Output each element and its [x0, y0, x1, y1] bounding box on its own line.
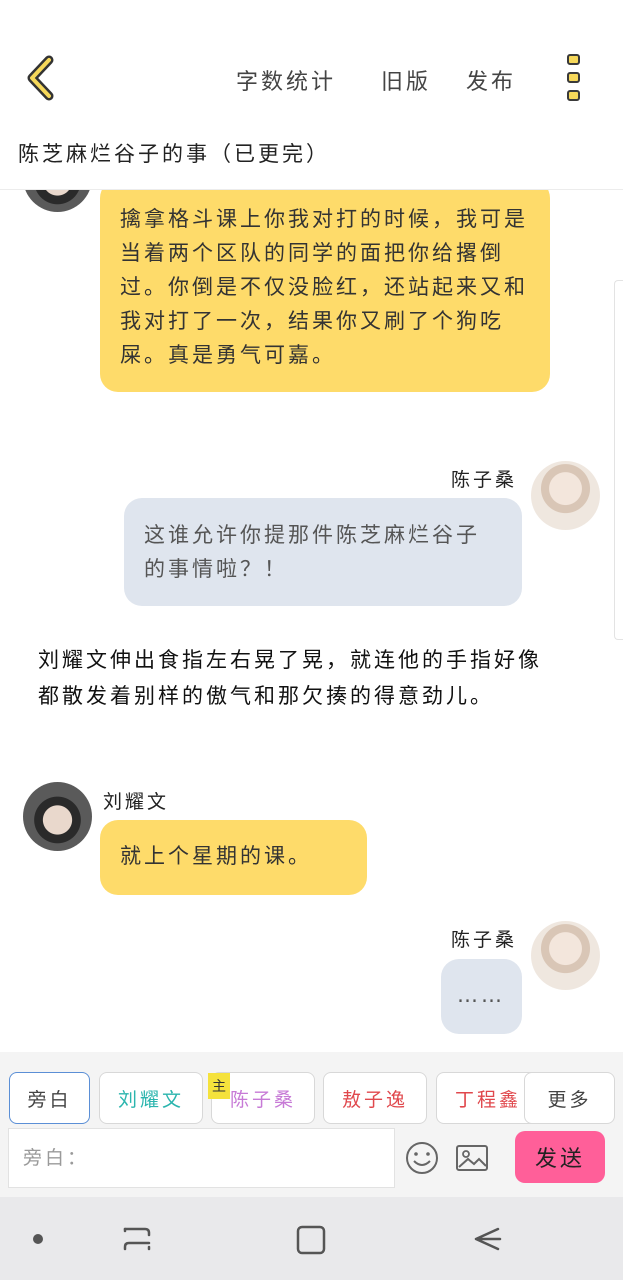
avatar[interactable] [531, 461, 600, 530]
role-label: 更多 [547, 1088, 592, 1111]
message-bubble[interactable]: 擒拿格斗课上你我对打的时候，我可是当着两个区队的同学的面把你给撂倒过。你倒是不仅… [100, 190, 550, 392]
system-navigation-bar [0, 1197, 623, 1280]
menu-dot-icon [567, 90, 580, 101]
chat-area[interactable]: 擒拿格斗课上你我对打的时候，我可是当着两个区队的同学的面把你给撂倒过。你倒是不仅… [0, 190, 623, 1052]
role-button-ao-ziyi[interactable]: 敖子逸 [323, 1072, 427, 1124]
emoji-icon[interactable] [402, 1138, 442, 1178]
back-button[interactable] [22, 52, 62, 104]
main-character-badge: 主 [208, 1073, 230, 1099]
word-count-button[interactable]: 字数统计 [236, 64, 336, 96]
role-label: 陈子桑 [229, 1088, 296, 1111]
role-label: 旁白 [27, 1088, 72, 1111]
composer-panel: 旁白 刘耀文 陈子桑 敖子逸 丁程鑫 更多 发送 [0, 1052, 623, 1197]
more-menu-button[interactable] [562, 52, 586, 104]
speaker-name: 陈子桑 [451, 929, 518, 951]
role-button-liu-yaowen[interactable]: 刘耀文 [99, 1072, 203, 1124]
scrollbar[interactable] [614, 280, 623, 640]
send-button[interactable]: 发送 [515, 1131, 605, 1183]
image-icon[interactable] [452, 1138, 492, 1178]
narration-text[interactable]: 刘耀文伸出食指左右晃了晃，就连他的手指好像都散发着别样的傲气和那欠揍的得意劲儿。 [38, 642, 558, 714]
avatar[interactable] [531, 921, 600, 990]
message-input-box[interactable] [8, 1128, 395, 1188]
message-input[interactable] [9, 1129, 394, 1187]
message-bubble[interactable]: 就上个星期的课。 [100, 820, 367, 895]
publish-button[interactable]: 发布 [466, 64, 516, 96]
back-nav-icon[interactable] [468, 1223, 504, 1255]
top-bar: 字数统计 旧版 发布 陈芝麻烂谷子的事（已更完） [0, 0, 623, 166]
more-roles-button[interactable]: 更多 [524, 1072, 615, 1124]
role-button-narrator[interactable]: 旁白 [9, 1072, 90, 1124]
speaker-name: 陈子桑 [451, 469, 518, 491]
message-bubble[interactable]: 这谁允许你提那件陈芝麻烂谷子的事情啦？！ [124, 498, 522, 606]
home-icon[interactable] [294, 1223, 328, 1257]
menu-dot-icon [567, 54, 580, 65]
role-label: 刘耀文 [117, 1088, 184, 1111]
role-label: 敖子逸 [341, 1088, 408, 1111]
speaker-name: 刘耀文 [103, 791, 170, 813]
recent-apps-icon[interactable] [117, 1223, 157, 1255]
avatar[interactable] [23, 782, 92, 851]
avatar[interactable] [23, 190, 92, 212]
dot-icon[interactable] [33, 1234, 43, 1244]
old-version-button[interactable]: 旧版 [381, 64, 431, 96]
document-title[interactable]: 陈芝麻烂谷子的事（已更完） [18, 138, 330, 168]
chevron-left-icon [27, 55, 54, 101]
role-label: 丁程鑫 [454, 1088, 521, 1111]
menu-dot-icon [567, 72, 580, 83]
message-bubble[interactable]: …… [441, 959, 522, 1034]
